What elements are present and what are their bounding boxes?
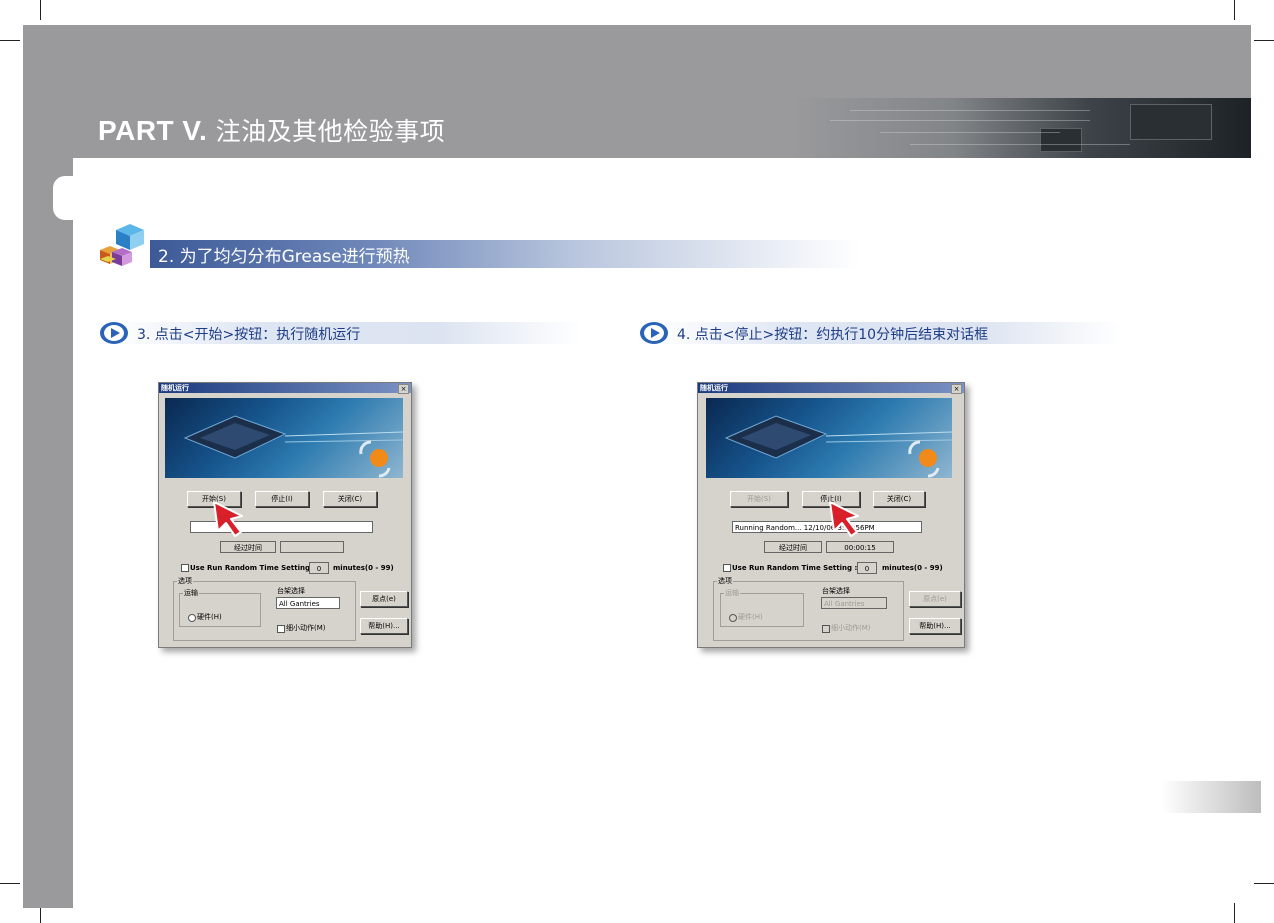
gantry-label: 台架选择: [277, 587, 305, 595]
transport-label: 运输: [183, 588, 199, 598]
options-label: 选项: [177, 576, 193, 586]
play-arrow-icon: [640, 322, 668, 344]
small-motion-checkbox[interactable]: [277, 625, 285, 633]
side-bar: [23, 158, 73, 908]
crop-mark: [40, 0, 41, 20]
play-arrow-icon: [100, 322, 128, 344]
circuit-board-image: [790, 98, 1251, 158]
dialog-titlebar[interactable]: [698, 383, 964, 393]
content-card-top: [53, 176, 1251, 220]
use-time-label: Use Run Random Time Setting :: [732, 564, 858, 572]
transport-label: 运输: [724, 588, 740, 598]
origin-button[interactable]: 原点(e): [360, 591, 408, 607]
red-pointer-icon: [829, 501, 859, 537]
step-title: 4. 点击<停止>按钮：约执行10分钟后结束对话框: [677, 327, 989, 343]
minutes-input[interactable]: 0: [309, 562, 329, 574]
crop-mark: [1254, 883, 1274, 884]
run-random-dialog: 随机运行 × 开始(S) 停止(I) 关闭(C) 经过时间 Use Run Ra…: [158, 382, 412, 648]
minutes-input[interactable]: 0: [857, 562, 877, 574]
elapsed-label: 经过时间: [220, 541, 276, 553]
gantry-select[interactable]: All Gantries: [821, 597, 887, 609]
hardware-radio[interactable]: [729, 614, 737, 622]
dialog-title: 随机运行: [161, 384, 189, 392]
options-label: 选项: [717, 576, 733, 586]
gantry-label: 台架选择: [822, 587, 850, 595]
page-number-tab: [1162, 781, 1261, 813]
minutes-label: minutes(0 - 99): [882, 564, 943, 572]
close-button[interactable]: 关闭(C): [323, 491, 377, 507]
step-title: 3. 点击<开始>按钮：执行随机运行: [137, 327, 361, 343]
dialog-banner-image: [706, 398, 952, 478]
use-time-label: Use Run Random Time Setting :: [190, 564, 316, 572]
close-icon[interactable]: ×: [951, 384, 962, 394]
stop-button[interactable]: 停止(I): [255, 491, 309, 507]
crop-mark: [0, 40, 20, 41]
close-button[interactable]: 关闭(C): [873, 491, 925, 507]
crop-mark: [1254, 40, 1274, 41]
start-button[interactable]: 开始(S): [730, 491, 788, 507]
elapsed-label: 经过时间: [764, 541, 822, 553]
help-button[interactable]: 帮助(H)...: [909, 618, 961, 634]
crop-mark: [0, 883, 20, 884]
elapsed-time-field: [280, 541, 344, 553]
section-title: 2. 为了均匀分布Grease进行预热: [158, 247, 410, 267]
dialog-titlebar[interactable]: [159, 383, 411, 393]
cubes-icon: [100, 224, 144, 266]
small-motion-label: 细小动作(M): [831, 624, 871, 632]
elapsed-time-field: 00:00:15: [826, 541, 894, 553]
use-time-checkbox[interactable]: [181, 564, 189, 572]
crop-mark: [1234, 0, 1235, 20]
hardware-radio[interactable]: [188, 614, 196, 622]
red-pointer-icon: [213, 501, 243, 537]
dialog-banner-image: [165, 398, 403, 478]
hardware-label: 硬件(H): [738, 613, 763, 621]
close-icon[interactable]: ×: [398, 384, 409, 394]
crop-mark: [1234, 903, 1235, 923]
help-button[interactable]: 帮助(H)...: [360, 618, 408, 634]
use-time-checkbox[interactable]: [723, 564, 731, 572]
content-card-notch: [1066, 160, 1251, 176]
part-title: PART V. 注油及其他检验事项: [98, 115, 446, 146]
small-motion-checkbox[interactable]: [822, 625, 830, 633]
hardware-label: 硬件(H): [197, 613, 222, 621]
status-field: Running Random... 12/10/06 3:38:56PM: [732, 521, 922, 533]
dialog-title: 随机运行: [700, 384, 728, 392]
gantry-select[interactable]: All Gantries: [276, 597, 340, 609]
minutes-label: minutes(0 - 99): [333, 564, 394, 572]
origin-button[interactable]: 原点(e): [909, 591, 961, 607]
small-motion-label: 细小动作(M): [286, 624, 326, 632]
